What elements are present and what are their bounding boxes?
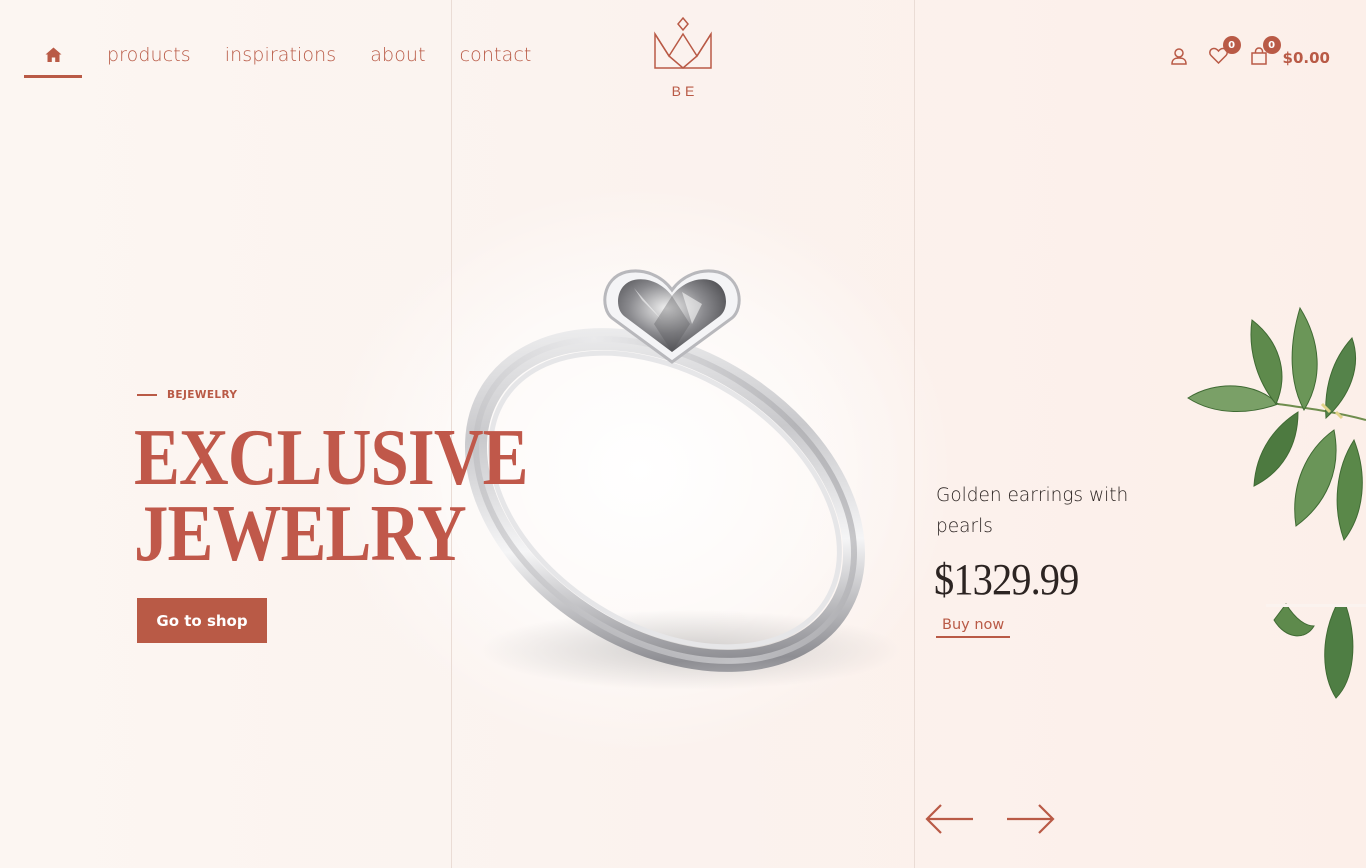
arrow-right-icon [1005,803,1055,840]
home-icon [45,47,62,78]
cart-button[interactable]: 0 [1247,36,1281,70]
hero-headline: EXCLUSIVE JEWELRY [134,414,529,578]
headline-line-1: EXCLUSIVE [134,414,529,502]
account-button[interactable] [1167,46,1191,70]
wishlist-button[interactable]: 0 [1207,36,1241,70]
logo[interactable]: BE [652,16,714,99]
eyebrow-text: BEJEWELRY [167,389,238,401]
cart-count-badge: 0 [1262,36,1281,54]
slider-next-button[interactable] [1005,803,1055,840]
hero-eyebrow: BEJEWELRY [137,389,237,401]
logo-text: BE [671,83,699,99]
main-nav: products inspirations about contact [24,38,531,80]
crown-icon [652,16,714,74]
leaf-gap [1266,604,1366,607]
featured-product-name: Golden earrings with pearls [936,485,1129,537]
nav-link-contact[interactable]: contact [460,38,532,72]
nav-home[interactable] [24,38,82,78]
eyebrow-line [137,394,157,396]
leaves-decoration [1186,300,1366,700]
user-icon [1170,47,1188,70]
slider-prev-button[interactable] [925,803,975,840]
nav-link-products[interactable]: products [107,38,191,72]
nav-link-about[interactable]: about [370,38,425,72]
buy-now-link[interactable]: Buy now [936,617,1011,638]
featured-product-price: $1329.99 [934,555,1079,604]
wishlist-count-badge: 0 [1222,36,1241,54]
go-to-shop-button[interactable]: Go to shop [137,598,267,643]
headline-line-2: JEWELRY [134,490,467,578]
header-actions: 0 0 $0.00 [1167,36,1330,76]
arrow-left-icon [925,803,975,840]
nav-link-inspirations[interactable]: inspirations [225,38,337,72]
cart-total[interactable]: $0.00 [1283,49,1330,67]
